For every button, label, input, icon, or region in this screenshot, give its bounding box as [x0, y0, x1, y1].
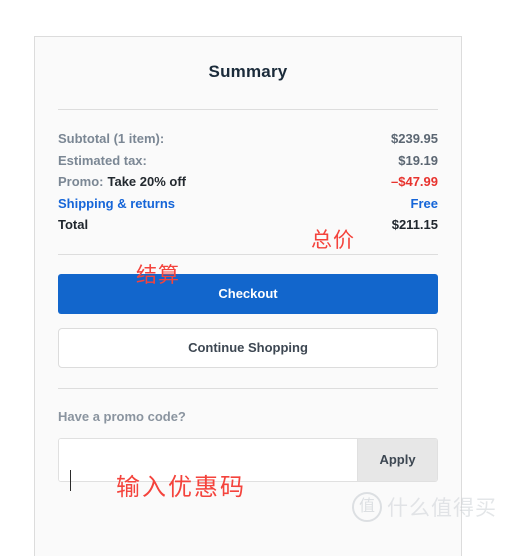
card-inner: Summary Subtotal (1 item): $239.95 Estim…: [35, 37, 461, 482]
summary-line-items: Subtotal (1 item): $239.95 Estimated tax…: [58, 110, 438, 236]
line-item-total: Total $211.15: [58, 214, 438, 236]
continue-shopping-button[interactable]: Continue Shopping: [58, 327, 438, 368]
order-summary-card: Summary Subtotal (1 item): $239.95 Estim…: [34, 36, 462, 556]
promo-code-row: Apply: [58, 437, 438, 482]
line-item-value: Free: [410, 195, 438, 211]
line-item-value: $239.95: [391, 131, 438, 146]
promo-code-input[interactable]: [59, 438, 357, 481]
line-item-promo: Promo: Take 20% off –$47.99: [58, 171, 438, 193]
line-item-label: Promo:: [58, 174, 104, 189]
line-item-label-group: Promo: Take 20% off: [58, 171, 186, 193]
line-item-value: $19.19: [398, 152, 438, 168]
divider-bottom: [58, 387, 438, 389]
line-item-label: Estimated tax:: [58, 152, 147, 168]
line-item-label: Subtotal (1 item):: [58, 131, 165, 146]
promo-code-prompt: Have a promo code?: [58, 408, 186, 424]
promo-description: Take 20% off: [107, 174, 187, 189]
apply-promo-button[interactable]: Apply: [357, 438, 437, 481]
line-item-value: –$47.99: [391, 174, 438, 189]
text-caret: [70, 470, 71, 491]
checkout-button[interactable]: Checkout: [58, 273, 438, 314]
total-value: $211.15: [391, 217, 438, 232]
shipping-returns-link[interactable]: Shipping & returns: [58, 193, 175, 215]
line-item-label: Total: [58, 217, 89, 232]
line-item-shipping-returns[interactable]: Shipping & returns Free: [58, 193, 438, 215]
line-item-subtotal: Subtotal (1 item): $239.95: [58, 128, 438, 150]
divider-middle: [58, 253, 438, 255]
page-title: Summary: [208, 62, 288, 81]
line-item-estimated-tax: Estimated tax: $19.19: [58, 150, 438, 172]
